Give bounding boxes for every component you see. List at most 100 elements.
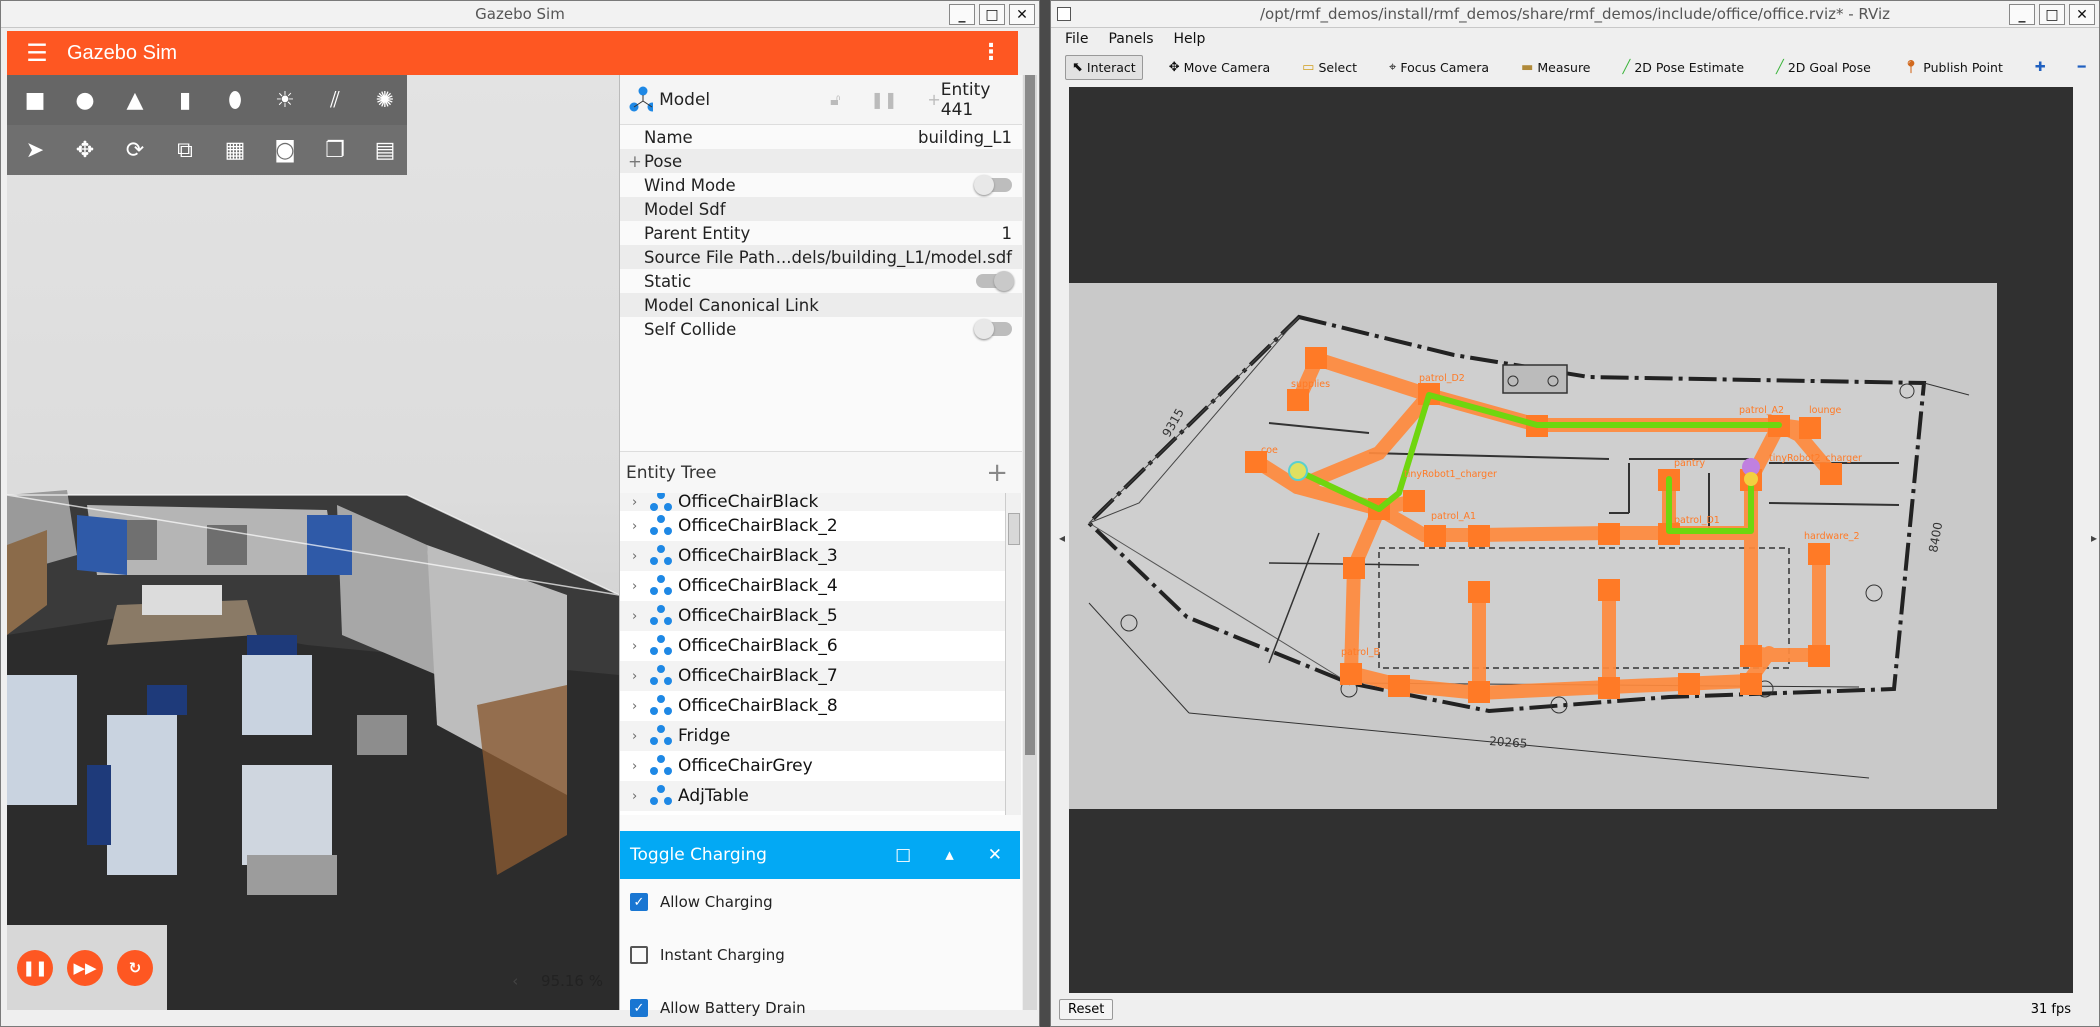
tool-move-camera[interactable]: ✥ Move Camera — [1163, 56, 1276, 79]
prop-label: Pose — [644, 151, 683, 171]
sphere-shape-icon[interactable]: ● — [67, 82, 103, 118]
instant-charging-option[interactable]: Instant Charging — [630, 943, 785, 967]
expand-arrow-icon[interactable]: › — [632, 789, 648, 804]
hamburger-menu-icon[interactable]: ☰ — [7, 39, 67, 67]
maximize-button[interactable]: □ — [979, 4, 1005, 25]
3d-scene-viewport[interactable]: ■ ● ▲ ▮ ⬮ ☀ ⫽ ✺ ➤ ✥ ⟳ ⧉ ▦ ◙ ❐ ▤ ❚❚ ▶▶ ↻ … — [7, 75, 619, 1010]
grid-icon[interactable]: ▦ — [217, 132, 253, 168]
camera-icon[interactable]: ◙ — [267, 132, 303, 168]
rotate-icon[interactable]: ⟳ — [117, 132, 153, 168]
entity-id: Entity 441 — [940, 79, 991, 120]
allow-battery-drain-checkbox[interactable]: ✓ — [630, 999, 648, 1017]
pose-expand-icon[interactable]: + — [628, 152, 644, 171]
tool-measure[interactable]: ▬ Measure — [1515, 56, 1596, 79]
component-header: Model 🔓︎ ❚❚ + Entity 441 — [620, 75, 1022, 125]
expand-arrow-icon[interactable]: › — [632, 639, 648, 654]
prop-value: ...dels/building_L1/model.sdf — [775, 247, 1012, 267]
prop-label: Name — [644, 127, 693, 147]
snap-icon[interactable]: ⧉ — [167, 132, 203, 168]
tool-interact[interactable]: ⬉ Interact — [1065, 54, 1143, 80]
gazebo-titlebar[interactable]: Gazebo Sim _ □ ✕ — [1, 1, 1039, 28]
minimize-button[interactable]: _ — [949, 4, 975, 25]
translate-icon[interactable]: ✥ — [67, 132, 103, 168]
capsule-shape-icon[interactable]: ⬮ — [217, 82, 253, 118]
add-component-icon[interactable]: + — [927, 90, 940, 109]
allow-battery-drain-option[interactable]: ✓ Allow Battery Drain — [630, 996, 806, 1020]
expand-arrow-icon[interactable]: › — [632, 729, 648, 744]
expand-arrow-icon[interactable]: › — [632, 495, 648, 510]
cylinder-shape-icon[interactable]: ▮ — [167, 82, 203, 118]
paste-icon[interactable]: ▤ — [367, 132, 403, 168]
kebab-menu-icon[interactable]: ⋮ — [980, 40, 1002, 65]
entity-tree-row[interactable]: › OfficeChairBlack_5 — [620, 601, 1005, 631]
window-menu-icon[interactable] — [1057, 7, 1071, 21]
tool-2d-goal-pose[interactable]: ╱ 2D Goal Pose — [1770, 56, 1877, 79]
lock-icon[interactable]: 🔓︎ — [830, 90, 840, 110]
entity-tree-row[interactable]: › OfficeChairBlack_4 — [620, 571, 1005, 601]
entity-tree-row[interactable]: › OfficeChairBlack_7 — [620, 661, 1005, 691]
expand-arrow-icon[interactable]: › — [632, 519, 648, 534]
static-toggle[interactable] — [976, 271, 1014, 291]
entity-tree-scrollbar[interactable] — [1005, 493, 1021, 815]
step-forward-button[interactable]: ▶▶ — [67, 950, 103, 986]
tool-2d-pose-estimate[interactable]: ╱ 2D Pose Estimate — [1617, 56, 1751, 79]
expand-arrow-icon[interactable]: › — [632, 699, 648, 714]
close-plugin-icon[interactable]: ✕ — [988, 845, 1002, 865]
tool-select[interactable]: ▭ Select — [1296, 56, 1363, 79]
maximize-button[interactable]: □ — [2039, 4, 2065, 25]
prop-pose[interactable]: + Pose — [620, 149, 1022, 173]
tool-publish-point[interactable]: 📍︎ Publish Point — [1897, 56, 2009, 79]
entity-tree-row[interactable]: › OfficeChairBlack_3 — [620, 541, 1005, 571]
entity-tree-row[interactable]: › OfficeChairBlack_6 — [620, 631, 1005, 661]
close-button[interactable]: ✕ — [2069, 4, 2095, 25]
allow-charging-option[interactable]: ✓ Allow Charging — [630, 890, 773, 914]
panel-scrollbar[interactable] — [1023, 75, 1037, 1010]
select-arrow-icon[interactable]: ➤ — [17, 132, 53, 168]
add-entity-icon[interactable]: + — [986, 458, 1008, 488]
scroll-thumb[interactable] — [1008, 513, 1020, 545]
box-shape-icon[interactable]: ■ — [17, 82, 53, 118]
left-dock-arrow-icon[interactable]: ◂ — [1059, 531, 1065, 545]
reset-sim-button[interactable]: ↻ — [117, 950, 153, 986]
close-button[interactable]: ✕ — [1009, 4, 1035, 25]
cone-shape-icon[interactable]: ▲ — [117, 82, 153, 118]
entity-tree-row[interactable]: › OfficeChairBlack_8 — [620, 691, 1005, 721]
scroll-thumb[interactable] — [1025, 75, 1035, 755]
remove-tool-button[interactable]: ━ — [2072, 56, 2092, 79]
3d-render-view[interactable]: 9315 20265 8400 coe tinyRobot1_charger p… — [1069, 87, 2073, 993]
add-tool-button[interactable]: ✚ — [2029, 56, 2052, 79]
sun-light-icon[interactable]: ☀ — [267, 82, 303, 118]
expand-arrow-icon[interactable]: › — [632, 579, 648, 594]
menu-help[interactable]: Help — [1174, 31, 1206, 47]
rviz-titlebar[interactable]: /opt/rmf_demos/install/rmf_demos/share/r… — [1051, 1, 2099, 28]
expand-arrow-icon[interactable]: › — [632, 669, 648, 684]
directional-light-icon[interactable]: ⫽ — [317, 82, 353, 118]
minimize-button[interactable]: _ — [2009, 4, 2035, 25]
entity-tree-row[interactable]: › OfficeChairBlack_2 — [620, 511, 1005, 541]
allow-charging-checkbox[interactable]: ✓ — [630, 893, 648, 911]
spot-light-icon[interactable]: ✺ — [367, 82, 403, 118]
tool-focus-camera[interactable]: ⌖ Focus Camera — [1383, 56, 1495, 79]
self-collide-toggle[interactable] — [974, 319, 1012, 339]
menu-panels[interactable]: Panels — [1108, 31, 1153, 47]
reset-button[interactable]: Reset — [1059, 999, 1114, 1020]
entity-tree-row[interactable]: › AdjTable — [620, 781, 1005, 811]
right-dock-arrow-icon[interactable]: ▸ — [2091, 531, 2097, 545]
tool-label: 2D Goal Pose — [1787, 59, 1871, 75]
float-plugin-icon[interactable]: □ — [895, 845, 911, 865]
component-type: Model — [659, 89, 711, 110]
expand-arrow-icon[interactable]: › — [632, 759, 648, 774]
menu-file[interactable]: File — [1065, 31, 1088, 47]
expand-arrow-icon[interactable]: › — [632, 609, 648, 624]
pause-button[interactable]: ❚❚ — [17, 950, 53, 986]
wind-mode-toggle[interactable] — [974, 175, 1012, 195]
expand-arrow-icon[interactable]: › — [632, 549, 648, 564]
copy-icon[interactable]: ❐ — [317, 132, 353, 168]
instant-charging-checkbox[interactable] — [630, 946, 648, 964]
collapse-plugin-icon[interactable]: ▴ — [945, 845, 954, 865]
entity-tree-row[interactable]: › OfficeChairGrey — [620, 751, 1005, 781]
rtf-expand-chevron-icon[interactable]: ‹ — [512, 972, 518, 990]
pause-update-icon[interactable]: ❚❚ — [871, 90, 898, 109]
entity-tree-row[interactable]: › OfficeChairBlack — [620, 493, 1005, 512]
entity-tree-row[interactable]: › Fridge — [620, 721, 1005, 751]
